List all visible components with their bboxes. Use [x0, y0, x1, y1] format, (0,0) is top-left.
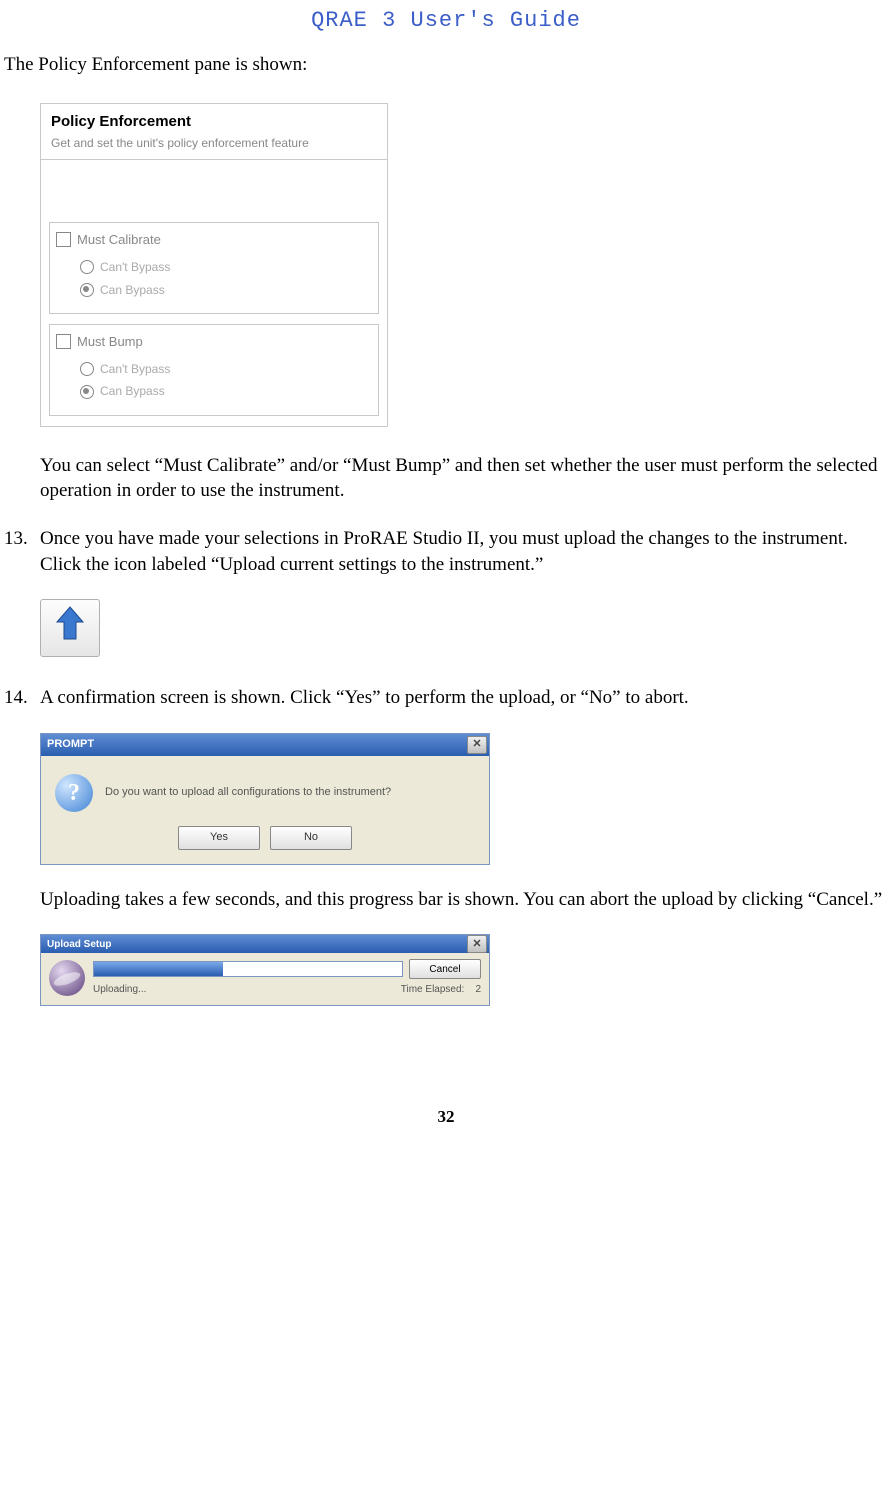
step-14-number: 14.	[4, 685, 40, 711]
must-calibrate-group: Must Calibrate Can't Bypass Can Bypass	[49, 222, 379, 314]
must-bump-checkbox[interactable]	[56, 334, 71, 349]
upload-setup-title: Upload Setup	[47, 938, 111, 952]
bump-can-bypass-radio[interactable]	[80, 385, 94, 399]
close-icon	[473, 737, 481, 752]
prompt-dialog: PROMPT ? Do you want to upload all confi…	[40, 733, 490, 865]
no-button[interactable]: No	[270, 826, 352, 850]
progress-bar-fill	[94, 962, 223, 976]
paragraph-uploading-note: Uploading takes a few seconds, and this …	[40, 887, 888, 913]
page-title: QRAE 3 User's Guide	[4, 0, 888, 52]
bump-cant-bypass-radio[interactable]	[80, 362, 94, 376]
prompt-message: Do you want to upload all configurations…	[105, 785, 391, 800]
upload-button[interactable]	[40, 599, 100, 657]
page-number: 32	[4, 1106, 888, 1129]
pane-subtitle: Get and set the unit's policy enforcemen…	[41, 135, 387, 160]
prompt-title: PROMPT	[47, 737, 94, 752]
must-bump-label: Must Bump	[77, 333, 143, 351]
step-14-text: A confirmation screen is shown. Click “Y…	[40, 685, 888, 711]
calibrate-cant-bypass-radio[interactable]	[80, 260, 94, 274]
calibrate-can-bypass-radio[interactable]	[80, 283, 94, 297]
close-button[interactable]	[467, 736, 487, 754]
question-icon: ?	[55, 774, 93, 812]
policy-enforcement-pane: Policy Enforcement Get and set the unit'…	[40, 103, 388, 426]
bump-cant-bypass-label: Can't Bypass	[100, 361, 170, 377]
upload-arrow-icon	[53, 605, 87, 651]
cancel-button[interactable]: Cancel	[409, 959, 481, 979]
upload-status-text: Uploading...	[93, 983, 146, 997]
step-13-text: Once you have made your selections in Pr…	[40, 526, 888, 577]
step-13-number: 13.	[4, 526, 40, 577]
pane-title: Policy Enforcement	[41, 104, 387, 134]
calibrate-cant-bypass-label: Can't Bypass	[100, 259, 170, 275]
paragraph-select-note: You can select “Must Calibrate” and/or “…	[40, 453, 888, 504]
time-elapsed-value: 2	[475, 984, 481, 995]
bump-can-bypass-label: Can Bypass	[100, 383, 165, 399]
yes-button[interactable]: Yes	[178, 826, 260, 850]
must-calibrate-label: Must Calibrate	[77, 231, 161, 249]
intro-text: The Policy Enforcement pane is shown:	[4, 52, 888, 78]
upload-orb-icon	[49, 960, 85, 996]
close-icon	[473, 938, 481, 952]
must-bump-group: Must Bump Can't Bypass Can Bypass	[49, 324, 379, 416]
calibrate-can-bypass-label: Can Bypass	[100, 282, 165, 298]
upload-setup-dialog: Upload Setup Cancel	[40, 934, 490, 1006]
must-calibrate-checkbox[interactable]	[56, 232, 71, 247]
progress-bar	[93, 961, 403, 977]
time-elapsed-label: Time Elapsed:	[401, 984, 465, 995]
upload-setup-close-button[interactable]	[467, 935, 487, 953]
